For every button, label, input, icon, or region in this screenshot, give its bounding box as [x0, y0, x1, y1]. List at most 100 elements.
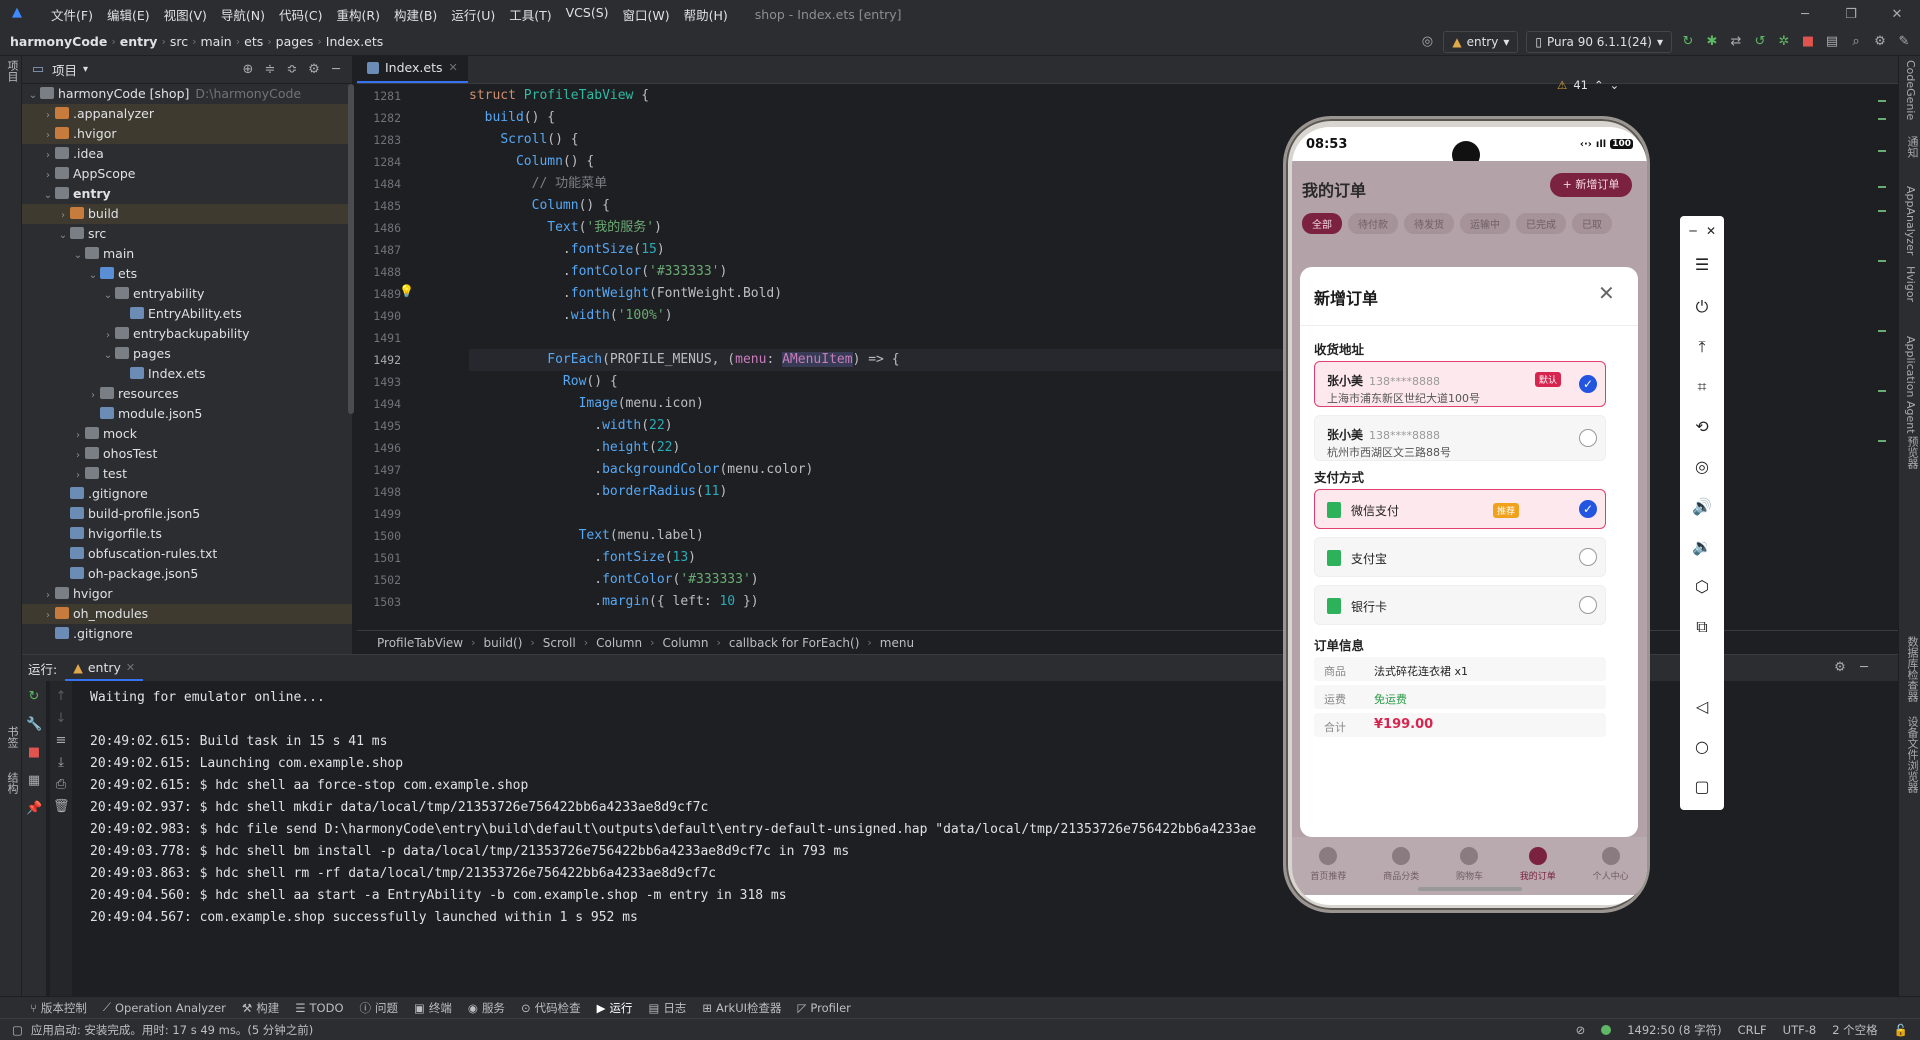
menu-item[interactable]: 代码(C)	[272, 5, 329, 24]
code-breadcrumb-item[interactable]: Column	[596, 636, 642, 650]
chevron-down-icon[interactable]: ⌄	[41, 186, 55, 206]
filter-chip[interactable]: 待发货	[1404, 213, 1454, 234]
tree-row[interactable]: ⌄ main	[22, 244, 352, 264]
recents-icon[interactable]: ▢	[1691, 776, 1713, 798]
trash-icon[interactable]: 🗑	[53, 799, 70, 815]
breadcrumb-item[interactable]: ets	[240, 34, 267, 49]
payment-option[interactable]: 银行卡	[1314, 585, 1606, 625]
filter-chip[interactable]: 已取	[1572, 213, 1612, 234]
tree-row[interactable]: obfuscation-rules.txt	[22, 544, 352, 564]
debug-icon[interactable]: ✱	[1704, 34, 1720, 50]
scroll-end-icon[interactable]: ⤓	[53, 755, 69, 771]
stop-icon[interactable]: ■	[26, 745, 42, 761]
menu-icon[interactable]: ☰	[1691, 254, 1713, 276]
tree-scrollbar[interactable]	[348, 84, 354, 414]
checked-icon[interactable]: ✓	[1579, 375, 1597, 393]
breadcrumb-item[interactable]: harmonyCode	[6, 34, 111, 49]
breadcrumb-item[interactable]: main	[197, 34, 236, 49]
chevron-right-icon[interactable]: ›	[41, 106, 55, 126]
right-tool-tab[interactable]: 数据库检查器	[1904, 636, 1920, 702]
chevron-right-icon[interactable]: ›	[56, 206, 70, 226]
code-breadcrumb-item[interactable]: Column	[662, 636, 708, 650]
crop-icon[interactable]: ⌗	[1691, 376, 1713, 398]
target-icon[interactable]: ◎	[1419, 34, 1435, 50]
power-icon[interactable]: ⏻	[1691, 296, 1713, 318]
screenshot-icon[interactable]: ◎	[1691, 456, 1713, 478]
chevron-down-icon[interactable]: ⌄	[101, 346, 115, 366]
filter-chip[interactable]: 运输中	[1460, 213, 1510, 234]
down-icon[interactable]: ↓	[53, 711, 69, 727]
volume-down-icon[interactable]: 🔉	[1691, 536, 1713, 558]
tab-structure[interactable]: 结构	[4, 772, 20, 794]
tree-row[interactable]: ⌄ ets	[22, 264, 352, 284]
collapse-all-icon[interactable]: ≑	[262, 62, 278, 78]
gear-icon[interactable]: ⚙	[306, 62, 322, 78]
filter-chip[interactable]: 待付款	[1348, 213, 1398, 234]
tree-row[interactable]: › oh_modules	[22, 604, 352, 624]
console-output[interactable]: Waiting for emulator online... 20:49:02.6…	[90, 687, 1256, 929]
bottom-tab[interactable]: 购物车	[1456, 847, 1483, 882]
tree-row[interactable]: oh-package.json5	[22, 564, 352, 584]
payment-option[interactable]: 支付宝	[1314, 537, 1606, 577]
rotate-icon[interactable]: ⟲	[1691, 416, 1713, 438]
filter-chip[interactable]: 全部	[1302, 213, 1342, 234]
menu-item[interactable]: 构建(B)	[387, 5, 444, 24]
checked-icon[interactable]: ✓	[1579, 500, 1597, 518]
chevron-right-icon[interactable]: ›	[101, 326, 115, 346]
close-icon[interactable]: ✕	[1598, 281, 1615, 305]
radio-icon[interactable]	[1579, 596, 1597, 614]
home-icon[interactable]: ○	[1691, 736, 1713, 758]
tab-project[interactable]: 项目	[4, 60, 20, 82]
line-ending[interactable]: CRLF	[1738, 1023, 1767, 1037]
stop-icon[interactable]: ■	[1800, 34, 1816, 50]
chevron-down-icon[interactable]: ⌄	[56, 226, 70, 246]
soft-wrap-icon[interactable]: ≡	[53, 733, 69, 749]
bottom-tool-7[interactable]: ⊙ 代码检查	[521, 1000, 581, 1016]
bottom-tool-9[interactable]: ▤ 日志	[648, 1000, 686, 1016]
tree-row[interactable]: Index.ets	[22, 364, 352, 384]
tree-row[interactable]: › mock	[22, 424, 352, 444]
lock-icon[interactable]: 🔓	[1894, 1023, 1908, 1037]
tree-row[interactable]: module.json5	[22, 404, 352, 424]
project-title[interactable]: 项目	[52, 60, 77, 79]
search-icon[interactable]: ⌕	[1848, 34, 1864, 50]
code-breadcrumb-item[interactable]: Scroll	[543, 636, 576, 650]
chevron-right-icon[interactable]: ›	[71, 426, 85, 446]
menu-item[interactable]: 编辑(E)	[100, 5, 157, 24]
bottom-tool-3[interactable]: ☰ TODO	[295, 1001, 343, 1015]
bottom-tab[interactable]: 我的订单	[1520, 847, 1556, 882]
chevron-down-icon[interactable]: ⌄	[101, 286, 115, 306]
tree-row[interactable]: › hvigor	[22, 584, 352, 604]
menu-item[interactable]: 工具(T)	[502, 5, 558, 24]
chevron-down-icon[interactable]: ⌄	[26, 86, 40, 106]
fold-icon[interactable]: ⬡	[1691, 576, 1713, 598]
tree-row[interactable]: › build	[22, 204, 352, 224]
address-card[interactable]: 张小美 138****8888 杭州市西湖区文三路88号	[1314, 415, 1606, 461]
radio-icon[interactable]	[1579, 429, 1597, 447]
indent-setting[interactable]: 2 个空格	[1832, 1022, 1877, 1038]
restore-icon[interactable]: ❐	[1828, 7, 1874, 22]
filter-chip[interactable]: 已完成	[1516, 213, 1566, 234]
apply-changes-icon[interactable]: ↺	[1752, 34, 1768, 50]
bottom-tool-8[interactable]: ▶ 运行	[597, 1000, 633, 1016]
right-tool-tab[interactable]: 设备文件浏览器	[1904, 716, 1920, 793]
tab-index-ets[interactable]: Index.ets ✕	[357, 55, 468, 83]
tree-row[interactable]: › .idea	[22, 144, 352, 164]
breadcrumb-item[interactable]: pages	[272, 34, 318, 49]
tree-row[interactable]: ⌄ entryability	[22, 284, 352, 304]
chevron-right-icon[interactable]: ›	[71, 466, 85, 486]
expand-all-icon[interactable]: ≎	[284, 62, 300, 78]
tree-row[interactable]: hvigorfile.ts	[22, 524, 352, 544]
inspection-widget[interactable]: ⚠ 41 ⌃ ⌄	[1557, 78, 1619, 92]
chevron-down-icon[interactable]: ▾	[83, 64, 88, 75]
close-icon[interactable]: ✕	[1700, 220, 1722, 242]
hide-panel-icon[interactable]: ─	[1856, 660, 1872, 676]
volume-up-icon[interactable]: 🔊	[1691, 496, 1713, 518]
code-breadcrumb-item[interactable]: menu	[880, 636, 914, 650]
new-order-button[interactable]: + 新增订单	[1550, 173, 1632, 197]
chevron-right-icon[interactable]: ›	[41, 126, 55, 146]
pin-icon[interactable]: 📌	[26, 801, 42, 817]
breadcrumb-item[interactable]: Index.ets	[322, 34, 388, 49]
menu-item[interactable]: 重构(R)	[330, 5, 387, 24]
menu-item[interactable]: 视图(V)	[157, 5, 214, 24]
